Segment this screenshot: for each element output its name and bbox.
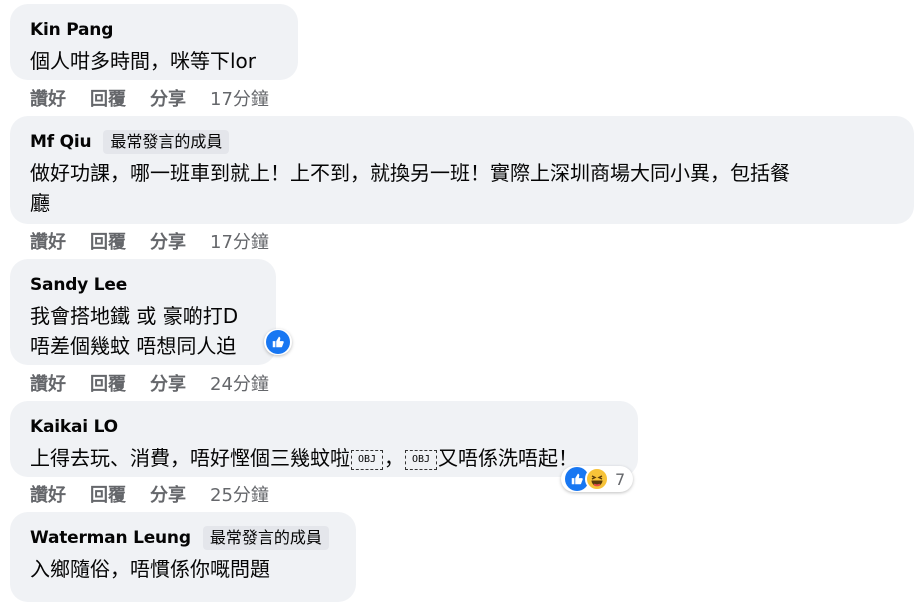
- comment-text: 個人咁多時間，咪等下lor: [30, 49, 257, 73]
- like-link[interactable]: 讚好: [30, 370, 66, 396]
- share-link[interactable]: 分享: [150, 85, 186, 111]
- comment-text: 上得去玩、消費，唔好慳個三幾蚊啦 OBJ， OBJ 又唔係洗唔起！: [30, 443, 618, 473]
- reply-link[interactable]: 回覆: [90, 85, 126, 111]
- comment-text-line: 唔差個幾蚊 唔想同人迫: [30, 334, 237, 358]
- comment-text-line: 廳: [30, 191, 50, 215]
- comment-author[interactable]: Mf Qiu: [30, 132, 92, 152]
- comment-bubble: Sandy Lee 我會搭地鐵 或 豪啲打D 唔差個幾蚊 唔想同人迫: [10, 259, 276, 365]
- haha-reaction-icon: [585, 467, 609, 491]
- comment-bubble: Mf Qiu 最常發言的成員 做好功課，哪一班車到就上！上不到，就換另一班！實際…: [10, 116, 914, 224]
- like-link[interactable]: 讚好: [30, 481, 66, 507]
- timestamp[interactable]: 17分鐘: [210, 85, 269, 111]
- reaction-count: 7: [615, 469, 626, 489]
- timestamp[interactable]: 25分鐘: [210, 481, 269, 507]
- comment-text-part: 又唔係洗唔起！: [438, 446, 578, 470]
- reaction-summary[interactable]: [264, 329, 292, 355]
- object-placeholder-glyph: OBJ: [351, 449, 383, 470]
- top-contributor-badge: 最常發言的成員: [103, 130, 230, 154]
- comment-bubble: Kin Pang 個人咁多時間，咪等下lor: [10, 4, 298, 80]
- comment-text: 入鄉隨俗，唔慣係你嘅問題: [30, 557, 270, 581]
- comment-text-line: 我會搭地鐵 或 豪啲打D: [30, 304, 239, 328]
- comment-author[interactable]: Waterman Leung: [30, 528, 191, 548]
- reply-link[interactable]: 回覆: [90, 370, 126, 396]
- comment-bubble: Kaikai LO 上得去玩、消費，唔好慳個三幾蚊啦 OBJ， OBJ 又唔係洗唔起！: [10, 401, 638, 477]
- like-reaction-icon: [266, 330, 290, 354]
- reaction-summary[interactable]: 7: [561, 466, 634, 492]
- comment-author[interactable]: Kaikai LO: [30, 417, 118, 437]
- comment-bubble: Waterman Leung 最常發言的成員 入鄉隨俗，唔慣係你嘅問題: [10, 512, 356, 602]
- share-link[interactable]: 分享: [150, 370, 186, 396]
- like-link[interactable]: 讚好: [30, 85, 66, 111]
- object-placeholder-glyph: OBJ: [405, 449, 437, 470]
- comment-text-part: 上得去玩、消費，唔好慳個三幾蚊啦: [30, 446, 350, 470]
- top-contributor-badge: 最常發言的成員: [202, 526, 329, 550]
- share-link[interactable]: 分享: [150, 481, 186, 507]
- comment-actions: 讚好 回覆 分享 24分鐘: [30, 370, 293, 396]
- reply-link[interactable]: 回覆: [90, 481, 126, 507]
- share-link[interactable]: 分享: [150, 228, 186, 254]
- comment-actions: 讚好 回覆 分享 25分鐘: [30, 481, 293, 507]
- comment-author[interactable]: Sandy Lee: [30, 275, 127, 295]
- timestamp[interactable]: 24分鐘: [210, 370, 269, 396]
- timestamp[interactable]: 17分鐘: [210, 228, 269, 254]
- reply-link[interactable]: 回覆: [90, 228, 126, 254]
- comment-text-line: 做好功課，哪一班車到就上！上不到，就換另一班！實際上深圳商場大同小異，包括餐: [30, 161, 790, 185]
- comment-text-part: ，: [384, 446, 404, 470]
- comment-actions: 讚好 回覆 分享 17分鐘: [30, 228, 293, 254]
- comment-actions: 讚好 回覆 分享 17分鐘: [30, 85, 293, 111]
- comment-author[interactable]: Kin Pang: [30, 20, 113, 40]
- like-link[interactable]: 讚好: [30, 228, 66, 254]
